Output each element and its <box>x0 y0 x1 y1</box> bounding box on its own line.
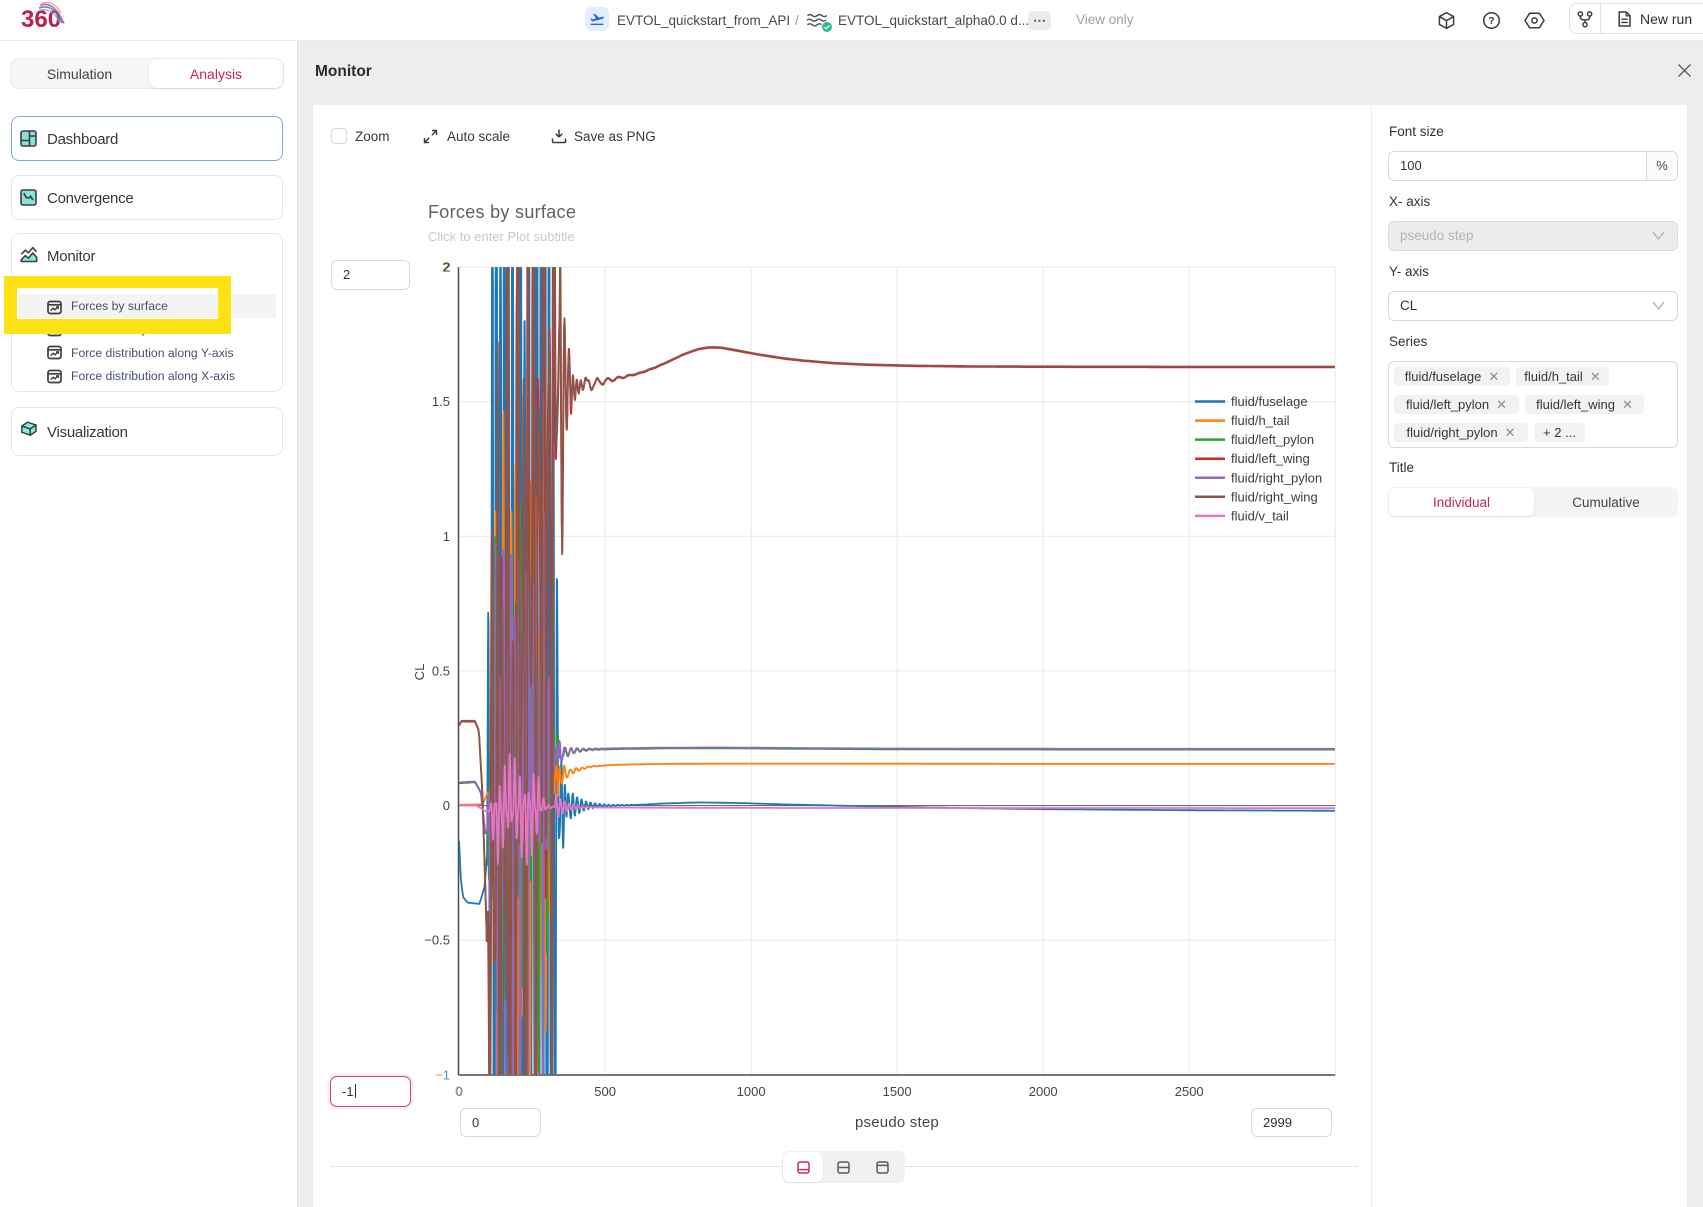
svg-text:fluid/right_pylon: fluid/right_pylon <box>1231 470 1322 485</box>
svg-text:−1: −1 <box>435 1068 450 1083</box>
svg-text:1500: 1500 <box>883 1084 912 1099</box>
svg-text:?: ? <box>1488 15 1494 27</box>
svg-text:fluid/v_tail: fluid/v_tail <box>1231 508 1289 523</box>
svg-text:1: 1 <box>443 529 450 544</box>
svg-text:fluid/left_pylon: fluid/left_pylon <box>1231 432 1314 447</box>
svg-text:0: 0 <box>443 798 450 813</box>
svg-text:1000: 1000 <box>737 1084 766 1099</box>
svg-text:2: 2 <box>443 260 450 275</box>
svg-text:fluid/h_tail: fluid/h_tail <box>1231 413 1290 428</box>
svg-text:2500: 2500 <box>1175 1084 1204 1099</box>
svg-text:1.5: 1.5 <box>432 394 450 409</box>
svg-text:0.5: 0.5 <box>432 663 450 678</box>
svg-text:fluid/fuselage: fluid/fuselage <box>1231 394 1308 409</box>
svg-text:2000: 2000 <box>1029 1084 1058 1099</box>
svg-text:fluid/right_wing: fluid/right_wing <box>1231 489 1318 504</box>
svg-text:fluid/left_wing: fluid/left_wing <box>1231 451 1310 466</box>
svg-text:−0.5: −0.5 <box>424 933 450 948</box>
svg-text:CL: CL <box>412 664 427 681</box>
svg-text:0: 0 <box>456 1084 463 1099</box>
svg-text:500: 500 <box>594 1084 616 1099</box>
